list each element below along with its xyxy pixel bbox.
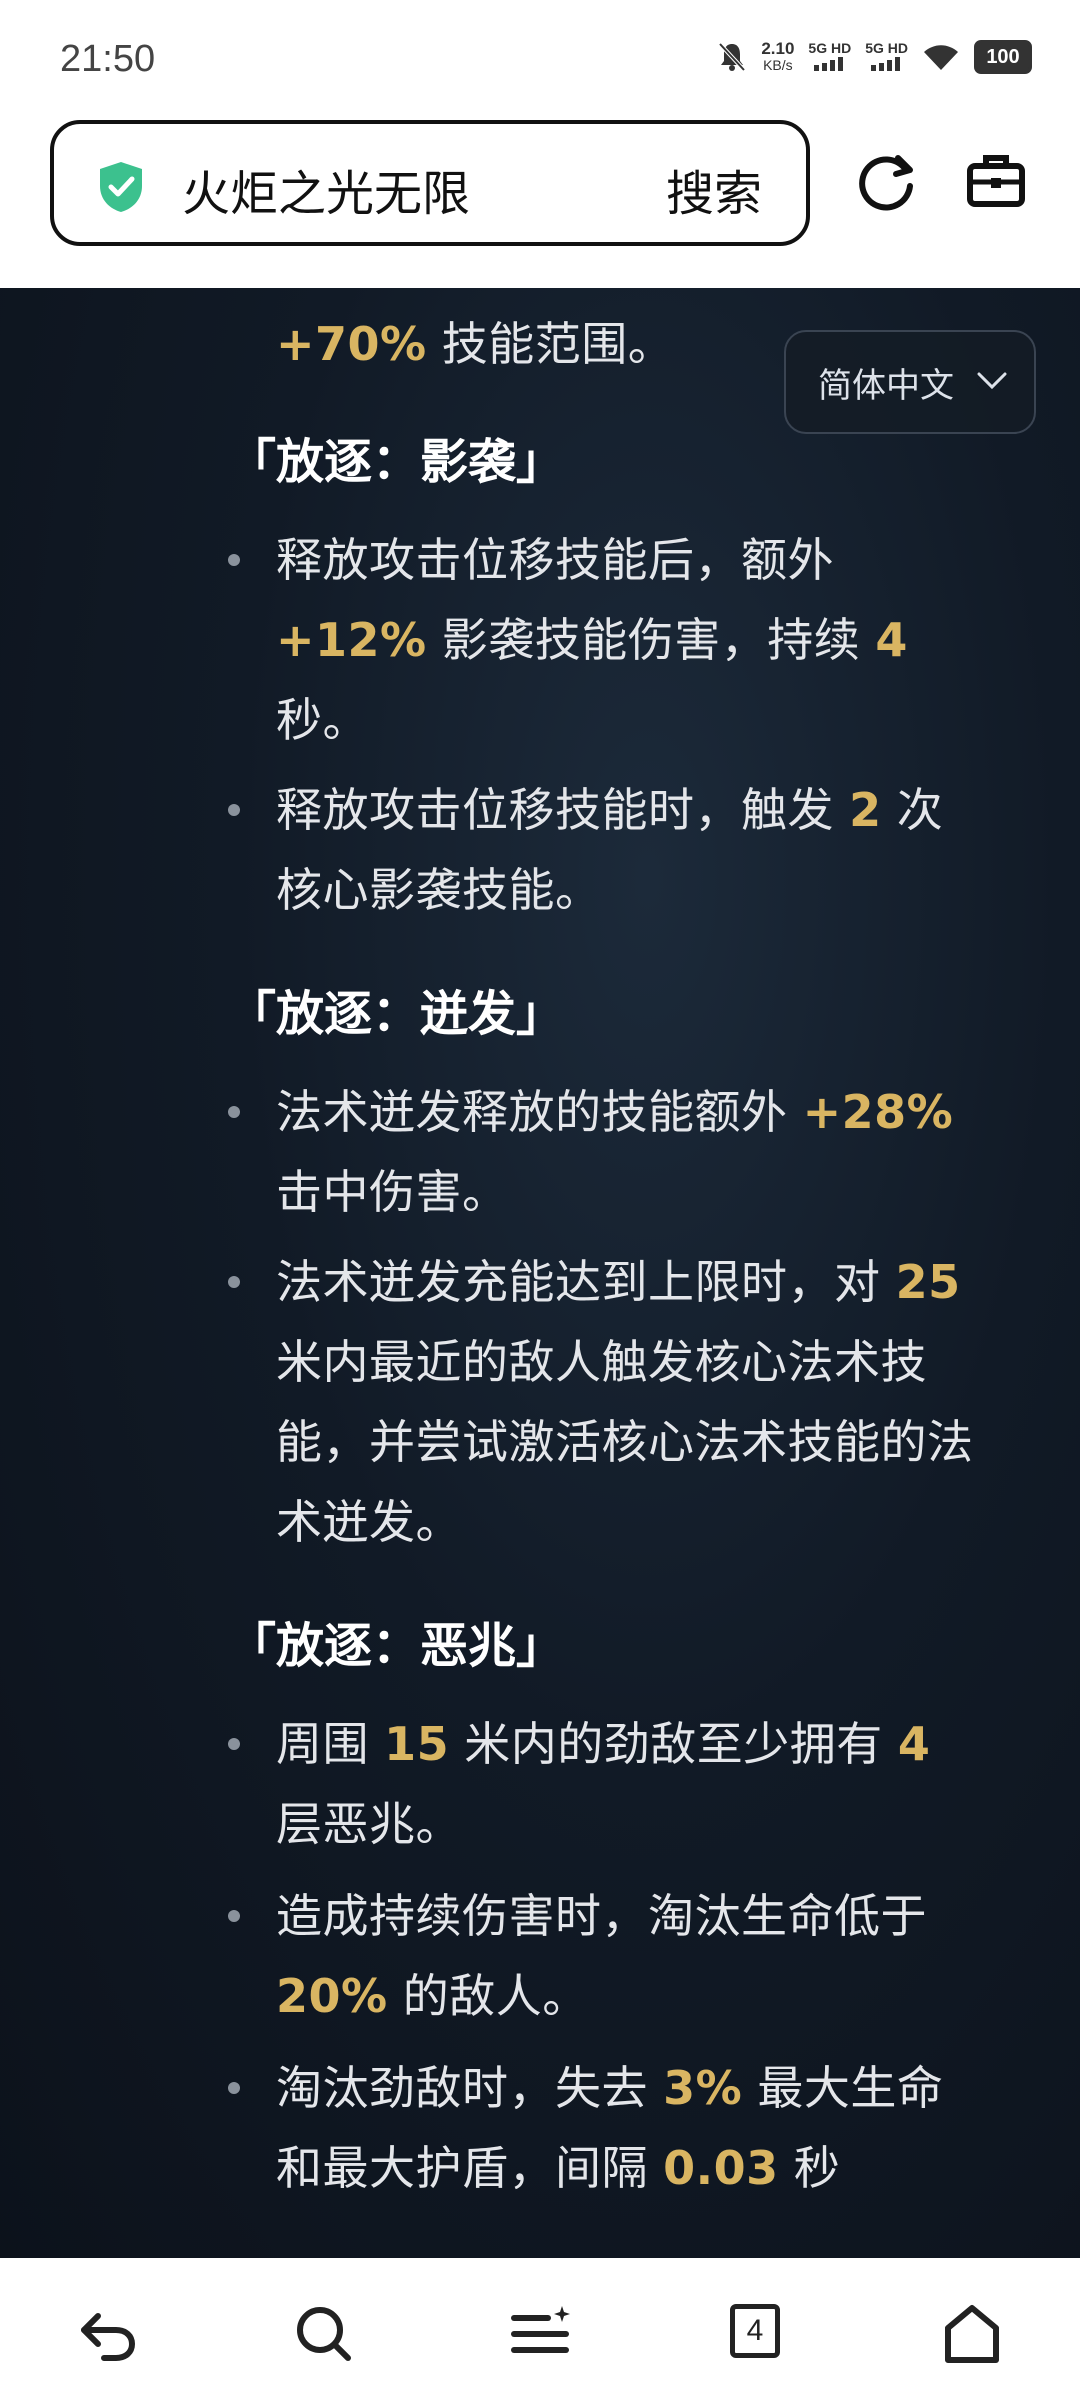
bullet-text-line: 层恶兆。 (276, 1797, 462, 1851)
highlight-value: 4 (897, 1717, 931, 1771)
bullet-text-line: 核心影袭技能。 (276, 863, 602, 917)
briefcase-icon[interactable] (966, 150, 1026, 210)
search-query[interactable]: 火炬之光无限 (182, 154, 470, 224)
bullet-text-line: 和最大护盾，间隔 0.03 秒 (276, 2141, 841, 2195)
highlight-value: 3% (663, 2061, 743, 2115)
bullet-text-line: 秒。 (276, 693, 369, 747)
highlight-value: 2 (849, 783, 882, 837)
bullet-dot (228, 1276, 240, 1288)
wifi-icon (924, 45, 958, 70)
article-content: 简体中文 +70% 技能范围。 「放逐：影袭」 释放攻击位移技能后，额外 +12… (0, 288, 1080, 2258)
bullet-text-line: 法术迸发充能达到上限时，对 25 (276, 1255, 961, 1309)
bullet-text-line: 术迸发。 (276, 1495, 462, 1549)
status-bar: 21:50 2.10 KB/s 5G HD 5G HD 100 (0, 0, 1080, 120)
bullet-text-line: 20% 的敌人。 (276, 1969, 589, 2023)
tabs-icon[interactable]: 4 (730, 2304, 780, 2358)
bullet-text-line: 能，并尝试激活核心法术技能的法 (276, 1415, 974, 1469)
section-title: 「放逐：迸发」 (228, 986, 565, 1042)
bullet-text-line: 周围 15 米内的劲敌至少拥有 4 (276, 1717, 931, 1771)
net-speed: 2.10 KB/s (761, 40, 794, 74)
language-selector-value: 简体中文 (818, 365, 954, 406)
bullet-text-line: 击中伤害。 (276, 1165, 509, 1219)
section-title: 「放逐：影袭」 (228, 434, 565, 490)
browser-toolbar: 火炬之光无限 搜索 (0, 120, 1080, 288)
bullet-dot (228, 1910, 240, 1922)
status-icons: 2.10 KB/s 5G HD 5G HD 100 (717, 40, 1032, 74)
bullet-text-line: 淘汰劲敌时，失去 3% 最大生命 (276, 2061, 944, 2115)
mute-bell-icon (718, 42, 746, 72)
search-bar[interactable]: 火炬之光无限 搜索 (50, 120, 810, 246)
signal-bars-icon (813, 57, 843, 71)
section-title: 「放逐：恶兆」 (228, 1618, 565, 1674)
battery-indicator: 100 (974, 40, 1032, 74)
highlight-value: 20% (276, 1969, 388, 2023)
home-icon[interactable] (940, 2302, 1004, 2366)
back-icon[interactable] (76, 2302, 140, 2366)
menu-icon[interactable] (510, 2302, 574, 2366)
highlight-value: +28% (802, 1085, 954, 1139)
search-icon[interactable] (292, 2302, 356, 2366)
bullet-dot (228, 2082, 240, 2094)
sim2-signal: 5G HD (865, 40, 908, 74)
intro-line-value: +70% (276, 317, 427, 371)
bullet-text-line: +12% 影袭技能伤害，持续 4 (276, 613, 908, 667)
net-speed-value: 2.10 (761, 39, 795, 58)
bullet-text-line: 释放攻击位移技能后，额外 (276, 533, 834, 587)
sim1-signal: 5G HD (808, 40, 851, 74)
net-speed-unit: KB/s (763, 57, 793, 73)
refresh-icon[interactable] (858, 152, 918, 212)
bullet-dot (228, 804, 240, 816)
shield-check-icon (100, 162, 142, 212)
sim1-label: 5G HD (808, 40, 852, 56)
bullet-text-line: 米内最近的敌人触发核心法术技 (276, 1335, 927, 1389)
intro-line-text: 技能范围。 (426, 317, 675, 371)
bullet-text-line: 释放攻击位移技能时，触发 2 次 (276, 783, 944, 837)
highlight-value: 0.03 (663, 2141, 779, 2195)
search-button[interactable]: 搜索 (666, 154, 762, 224)
bullet-text-line: 造成持续伤害时，淘汰生命低于 (276, 1889, 927, 1943)
sim2-label: 5G HD (865, 40, 908, 56)
bullet-dot (228, 554, 240, 566)
bottom-nav: 4 (0, 2258, 1080, 2408)
bullet-text-line: 法术迸发释放的技能额外 +28% (276, 1085, 954, 1139)
highlight-value: 25 (895, 1255, 961, 1309)
highlight-value: 15 (384, 1717, 450, 1771)
bullet-dot (228, 1738, 240, 1750)
intro-line: +70% 技能范围。 (276, 308, 674, 374)
language-selector[interactable]: 简体中文 (784, 330, 1036, 434)
bullet-dot (228, 1106, 240, 1118)
signal-bars-icon (870, 57, 900, 71)
chevron-down-icon (977, 372, 1007, 390)
status-time: 21:50 (60, 38, 156, 80)
highlight-value: 4 (875, 613, 908, 667)
highlight-value: +12% (276, 613, 427, 667)
